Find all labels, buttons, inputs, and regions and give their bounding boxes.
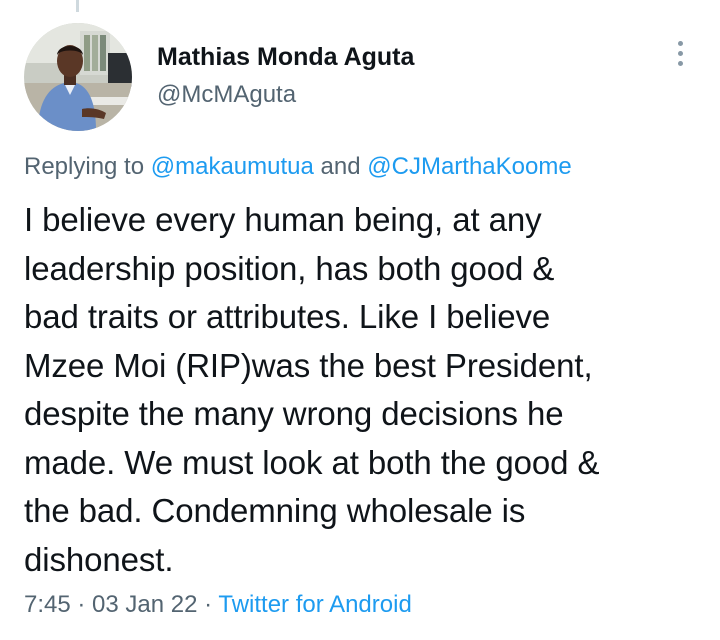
meta-separator: · <box>70 591 93 618</box>
more-vertical-icon <box>677 41 683 46</box>
replying-to-line: Replying to @makaumutua and @CJMarthaKoo… <box>24 152 572 182</box>
replying-to-label: Replying to <box>24 153 151 180</box>
meta-separator: · <box>197 591 219 618</box>
tweet-text: I believe every human being, at any lead… <box>24 201 600 578</box>
replying-to-separator: and <box>313 153 368 180</box>
mention-link[interactable]: @CJMarthaKoome <box>367 153 571 180</box>
tweet-date[interactable]: 03 Jan 22 <box>92 591 197 618</box>
author-info: Mathias Monda Aguta @McMAguta <box>157 41 414 111</box>
avatar[interactable] <box>24 23 132 131</box>
avatar-photo <box>24 23 132 131</box>
tweet-header: Mathias Monda Aguta @McMAguta <box>24 23 704 133</box>
more-vertical-icon <box>677 51 683 56</box>
author-display-name[interactable]: Mathias Monda Aguta <box>157 41 414 73</box>
author-handle[interactable]: @McMAguta <box>157 79 414 111</box>
mention-link[interactable]: @makaumutua <box>151 153 314 180</box>
more-vertical-icon <box>677 61 683 66</box>
thread-connector-line <box>76 0 79 12</box>
tweet-metadata: 7:45 · 03 Jan 22 · Twitter for Android <box>24 590 412 620</box>
tweet-source-link[interactable]: Twitter for Android <box>218 591 411 618</box>
tweet-time[interactable]: 7:45 <box>24 591 71 618</box>
more-options-button[interactable] <box>674 41 686 75</box>
